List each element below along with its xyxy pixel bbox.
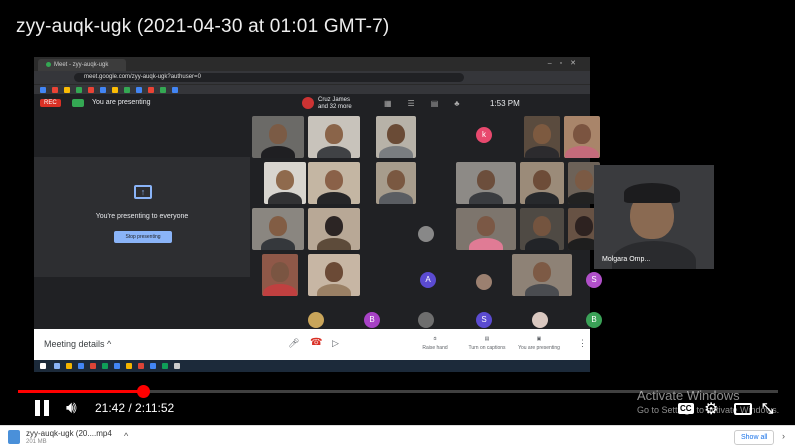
meet-bottom-bar: Meeting details ^ 🎤︎ ☎ ▷ ✋︎ Raise hand ▤ T… [34, 329, 590, 360]
participant-tile [308, 116, 360, 158]
meet-clock: 1:53 PM [490, 99, 520, 108]
participant-tile [262, 254, 298, 296]
participant-grid: k A S B S B [252, 114, 602, 329]
theater-mode-icon[interactable] [734, 403, 752, 415]
participant-avatar [302, 97, 314, 109]
url-field: meet.google.com/zyy-auqk-ugk?authuser=0 [74, 73, 464, 82]
stop-presenting-button[interactable]: Stop presenting [114, 231, 172, 243]
participant-tile [376, 162, 416, 204]
meet-top-icons: ▦☰▤♣ [384, 99, 476, 108]
address-bar: meet.google.com/zyy-auqk-ugk?authuser=0 [34, 71, 590, 84]
participant-avatar-b: B [364, 312, 380, 328]
show-all-button[interactable]: Show all [734, 430, 775, 445]
participants-summary: Cruz James and 32 more [318, 97, 352, 110]
bookmarks-bar [34, 84, 590, 94]
participant-avatar-a: A [420, 272, 436, 288]
chevron-up-icon[interactable]: ^ [124, 431, 128, 441]
time-display: 21:42 / 2:11:52 [95, 401, 175, 415]
participant-avatar-s: S [586, 272, 602, 288]
meet-top-bar: REC You are presenting Cruz James and 32… [34, 94, 590, 114]
participant-photo-avatar [532, 312, 548, 328]
close-icon[interactable]: › [782, 431, 785, 441]
gear-icon[interactable]: ⚙ [704, 399, 718, 419]
download-filesize: 201 MB [26, 439, 47, 445]
participant-tile [308, 208, 360, 250]
video-player[interactable]: zyy-auqk-ugk (2021-04-30 at 01:01 GMT-7)… [0, 0, 795, 425]
scrubber-handle[interactable] [137, 385, 151, 398]
presenting-icon [72, 99, 84, 107]
participant-photo-avatar [418, 226, 434, 242]
pause-icon[interactable] [34, 400, 50, 416]
raise-hand-button[interactable]: ✋︎ Raise hand [410, 335, 460, 353]
activate-windows-title: Activate Windows [637, 388, 740, 403]
participant-avatar-s2: S [476, 312, 492, 328]
present-button[interactable]: ▣ You are presenting [514, 335, 564, 353]
volume-icon[interactable]: 🔊︎ [66, 398, 77, 418]
hang-up-icon[interactable]: ☎ [310, 337, 322, 348]
pinned-participant-tile: Molgara Omp... [594, 165, 714, 269]
participant-photo-avatar [418, 312, 434, 328]
participant-tile [520, 162, 564, 204]
recorded-screen: Meet - zyy-auqk-ugk –▫✕ meet.google.com/… [34, 57, 602, 372]
participant-avatar-k: k [476, 127, 492, 143]
participant-tile [252, 116, 304, 158]
captions-button[interactable]: ▤ Turn on captions [462, 335, 512, 353]
presentation-pane: ↑ You're presenting to everyone Stop pre… [34, 157, 250, 277]
more-options-icon[interactable]: ⋮ [578, 338, 587, 349]
meeting-details-button[interactable]: Meeting details ^ [44, 339, 111, 349]
participant-tile [456, 162, 516, 204]
participant-name: Molgara Omp... [602, 256, 651, 263]
participant-tile [252, 208, 304, 250]
participant-photo-avatar [476, 274, 492, 290]
rec-badge: REC [40, 99, 61, 107]
present-screen-icon: ↑ [134, 185, 152, 199]
participant-tile [520, 208, 564, 250]
presenting-label: You are presenting [92, 99, 151, 106]
participant-tile [308, 162, 360, 204]
downloads-bar: zyy-auqk-ugk (20....mp4 201 MB ^ Show al… [0, 425, 795, 448]
download-filename[interactable]: zyy-auqk-ugk (20....mp4 [26, 429, 112, 438]
participant-tile [524, 116, 560, 158]
participant-tile [308, 254, 360, 296]
window-controls: –▫✕ [547, 60, 584, 67]
file-icon [8, 430, 20, 444]
participant-tile [376, 116, 416, 158]
windows-taskbar [34, 360, 590, 372]
camera-icon[interactable]: ▷ [332, 338, 339, 349]
participant-avatar-b2: B [586, 312, 602, 328]
participant-tile [564, 116, 600, 158]
participant-tile [512, 254, 572, 296]
browser-tab: Meet - zyy-auqk-ugk [38, 59, 126, 71]
exit-fullscreen-icon[interactable]: ⤡ [762, 400, 773, 417]
participant-tile [264, 162, 306, 204]
captions-cc-button[interactable]: CC [678, 403, 694, 414]
presenting-message: You're presenting to everyone [95, 213, 189, 220]
video-title: zyy-auqk-ugk (2021-04-30 at 01:01 GMT-7) [16, 16, 390, 37]
microphone-icon[interactable]: 🎤︎ [288, 338, 299, 349]
participant-photo-avatar [308, 312, 324, 328]
progress-played [18, 390, 144, 393]
taskbar-start-icon [40, 363, 46, 369]
browser-tab-strip: Meet - zyy-auqk-ugk –▫✕ [34, 57, 590, 71]
participant-tile [456, 208, 516, 250]
